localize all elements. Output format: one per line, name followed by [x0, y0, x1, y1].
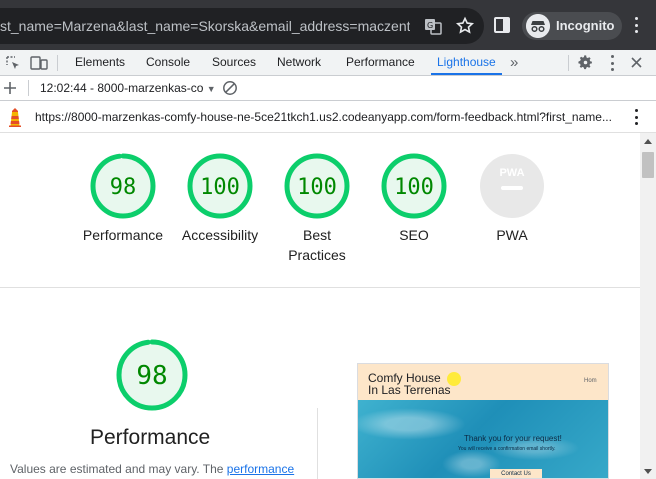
seo-gauge-ring: 100 [381, 153, 447, 219]
toolbar-divider [568, 55, 569, 71]
performance-title: Performance [90, 426, 211, 449]
tab-sources[interactable]: Sources [212, 50, 256, 75]
performance-score: 98 [110, 175, 137, 200]
report-url-bar: https://8000-marzenkas-comfy-house-ne-5c… [0, 101, 656, 133]
pwa-badge-icon: PWA [480, 154, 544, 218]
performance-label: Performance [82, 227, 164, 243]
thumbnail-nav: Hom [584, 378, 597, 384]
best-practices-score: 100 [297, 175, 337, 200]
performance-gauge-ring: 98 [90, 153, 156, 219]
devtools-menu-icon[interactable] [610, 55, 614, 71]
seo-gauge[interactable]: 100 SEO [366, 153, 462, 245]
final-screenshot-thumbnail[interactable]: Comfy House In Las Terrenas Hom Thank yo… [357, 363, 609, 479]
new-report-plus-icon[interactable] [3, 81, 17, 95]
report-selector-label: 12:02:44 - 8000-marzenkas-co [40, 81, 204, 95]
performance-description: Values are estimated and may vary. The p… [10, 462, 294, 476]
report-menu-icon[interactable] [634, 109, 638, 125]
report-selector[interactable]: 12:02:44 - 8000-marzenkas-co ▼ [40, 81, 216, 95]
performance-large-score: 98 [136, 361, 167, 391]
lighthouse-toolbar: 12:02:44 - 8000-marzenkas-co ▼ [0, 76, 656, 101]
thumbnail-site-title: Comfy House In Las Terrenas [368, 372, 451, 396]
pwa-gauge[interactable]: PWA PWA [464, 153, 560, 245]
performance-description-text: Values are estimated and may vary. The [10, 462, 227, 476]
thumbnail-pool-background: Thank you for your request! You will rec… [358, 400, 608, 478]
accessibility-label: Accessibility [181, 227, 259, 243]
section-divider [0, 287, 640, 288]
address-bar-text[interactable]: st_name=Marzena&last_name=Skorska&email_… [0, 17, 410, 35]
side-panel-icon[interactable] [494, 17, 510, 33]
toolbar-divider [28, 80, 29, 96]
tab-console[interactable]: Console [146, 50, 190, 75]
close-devtools-icon[interactable] [630, 56, 643, 69]
tab-elements[interactable]: Elements [75, 50, 125, 75]
performance-large-gauge[interactable]: 98 [112, 338, 192, 412]
svg-text:G: G [427, 21, 433, 30]
browser-menu-icon[interactable] [634, 17, 638, 33]
best-practices-gauge-ring: 100 [284, 153, 350, 219]
translate-icon[interactable]: G [423, 16, 443, 36]
performance-gauge[interactable]: 98 Performance [75, 153, 171, 245]
seo-label: SEO [399, 227, 429, 243]
tab-performance[interactable]: Performance [346, 50, 415, 75]
svg-text:PWA: PWA [499, 167, 524, 179]
bookmark-star-icon[interactable] [455, 16, 475, 36]
report-scrollbar[interactable] [640, 133, 656, 479]
thumbnail-title-line2: In Las Terrenas [368, 383, 451, 397]
more-tabs-icon[interactable]: » [510, 50, 518, 75]
incognito-label: Incognito [556, 18, 615, 33]
scrollbar-thumb[interactable] [642, 152, 654, 178]
best-practices-label: Best Practices [288, 227, 346, 263]
seo-score: 100 [394, 175, 434, 200]
accessibility-gauge[interactable]: 100 Accessibility [172, 153, 268, 245]
incognito-badge[interactable]: Incognito [522, 12, 622, 40]
browser-toolbar: st_name=Marzena&last_name=Skorska&email_… [0, 0, 656, 50]
accessibility-score: 100 [200, 175, 240, 200]
column-divider [317, 408, 318, 479]
pwa-label: PWA [496, 227, 528, 243]
sun-icon [447, 372, 461, 386]
incognito-icon [526, 14, 550, 38]
clear-reports-icon[interactable] [222, 80, 238, 96]
address-bar[interactable]: st_name=Marzena&last_name=Skorska&email_… [0, 8, 484, 44]
lighthouse-logo-icon [9, 108, 21, 127]
thumbnail-sub-text: You will receive a confirmation email sh… [458, 446, 556, 452]
accessibility-gauge-ring: 100 [187, 153, 253, 219]
performance-large-gauge-ring: 98 [116, 339, 188, 411]
report-url[interactable]: https://8000-marzenkas-comfy-house-ne-5c… [35, 110, 617, 124]
thumbnail-thanks-text: Thank you for your request! [464, 434, 562, 443]
chevron-down-icon: ▼ [206, 84, 216, 94]
toolbar-divider [57, 55, 58, 71]
scroll-up-icon[interactable] [644, 139, 652, 144]
tab-lighthouse[interactable]: Lighthouse [431, 50, 502, 75]
device-toolbar-icon[interactable] [30, 55, 48, 71]
inspect-element-icon[interactable] [5, 55, 21, 71]
best-practices-gauge[interactable]: 100 Best Practices [269, 153, 365, 265]
devtools-tab-bar: Elements Console Sources Network Perform… [0, 50, 656, 76]
tab-network[interactable]: Network [277, 50, 321, 75]
thumbnail-header: Comfy House In Las Terrenas Hom [358, 364, 608, 400]
performance-link[interactable]: performance [227, 462, 294, 476]
lighthouse-report: 98 Performance 100 Accessibility 100 Bes… [0, 133, 640, 479]
settings-gear-icon[interactable] [577, 54, 594, 71]
thumbnail-contact-button: Contact Us [490, 469, 542, 478]
scroll-down-icon[interactable] [644, 469, 652, 474]
